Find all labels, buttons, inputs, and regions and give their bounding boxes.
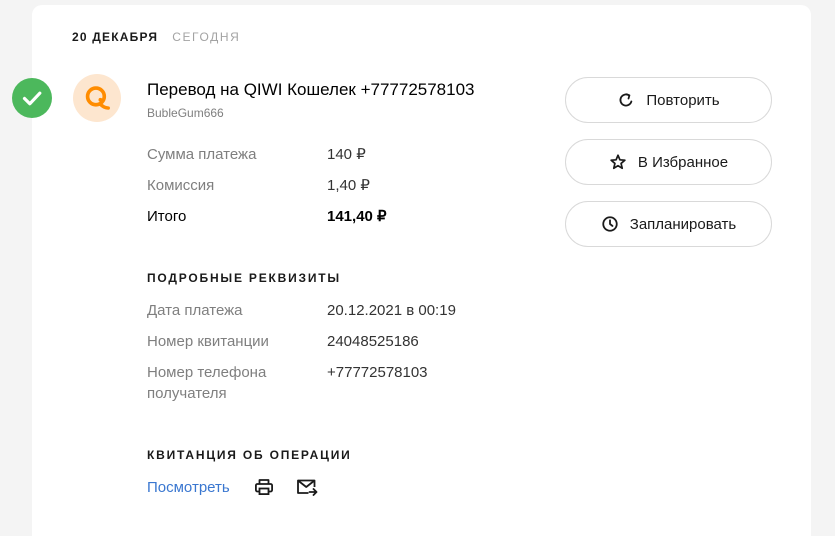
payment-title: Перевод на QIWI Кошелек +77772578103 [147, 80, 475, 99]
provider-logo [73, 74, 121, 122]
detail-row-recipient-phone: Номер телефона получателя +77772578103 [147, 357, 547, 409]
receipt-actions: Посмотреть [147, 475, 340, 499]
row-label: Номер квитанции [147, 333, 269, 350]
status-success-badge [12, 78, 52, 118]
row-value: 140 ₽ [327, 146, 366, 163]
repeat-icon [617, 91, 635, 109]
details-list: Дата платежа 20.12.2021 в 00:19 Номер кв… [147, 295, 547, 409]
transaction-card: 20 ДЕКАБРЯ СЕГОДНЯ Перевод на QIWI Кошеле… [32, 5, 811, 536]
add-to-favorites-button[interactable]: В Избранное [565, 139, 772, 185]
row-value: 20.12.2021 в 00:19 [327, 302, 456, 319]
relative-day-label: СЕГОДНЯ [172, 30, 241, 44]
amount-row-payment-sum: Сумма платежа 140 ₽ [147, 139, 547, 170]
payment-recipient-name: BubleGum666 [147, 106, 224, 120]
row-label: Дата платежа [147, 302, 243, 319]
details-heading: ПОДРОБНЫЕ РЕКВИЗИТЫ [147, 271, 341, 285]
row-value: 1,40 ₽ [327, 177, 370, 194]
amount-row-total: Итого 141,40 ₽ [147, 201, 547, 232]
schedule-button[interactable]: Запланировать [565, 201, 772, 247]
row-label: Номер телефона получателя [147, 364, 267, 402]
transaction-date: 20 ДЕКАБРЯ [72, 30, 159, 44]
row-value: +77772578103 [327, 364, 428, 381]
amount-row-commission: Комиссия 1,40 ₽ [147, 170, 547, 201]
receipt-heading: КВИТАНЦИЯ ОБ ОПЕРАЦИИ [147, 448, 352, 462]
repeat-button-label: Повторить [646, 91, 720, 109]
row-value: 24048525186 [327, 333, 419, 350]
add-to-favorites-button-label: В Избранное [637, 153, 729, 171]
clock-icon [601, 215, 619, 233]
mail-forward-icon[interactable] [296, 478, 318, 496]
amounts-list: Сумма платежа 140 ₽ Комиссия 1,40 ₽ Итог… [147, 139, 547, 232]
qiwi-logo-icon [82, 83, 112, 113]
detail-row-payment-date: Дата платежа 20.12.2021 в 00:19 [147, 295, 547, 326]
row-label: Комиссия [147, 177, 215, 194]
row-label: Сумма платежа [147, 146, 257, 163]
printer-icon[interactable] [254, 478, 274, 496]
row-value: 141,40 ₽ [327, 208, 387, 225]
check-icon [12, 78, 52, 118]
detail-row-receipt-number: Номер квитанции 24048525186 [147, 326, 547, 357]
view-receipt-link[interactable]: Посмотреть [147, 477, 230, 498]
date-header: 20 ДЕКАБРЯ СЕГОДНЯ [72, 29, 240, 45]
repeat-button[interactable]: Повторить [565, 77, 772, 123]
star-icon [609, 153, 627, 171]
row-label: Итого [147, 208, 187, 225]
schedule-button-label: Запланировать [629, 215, 737, 233]
